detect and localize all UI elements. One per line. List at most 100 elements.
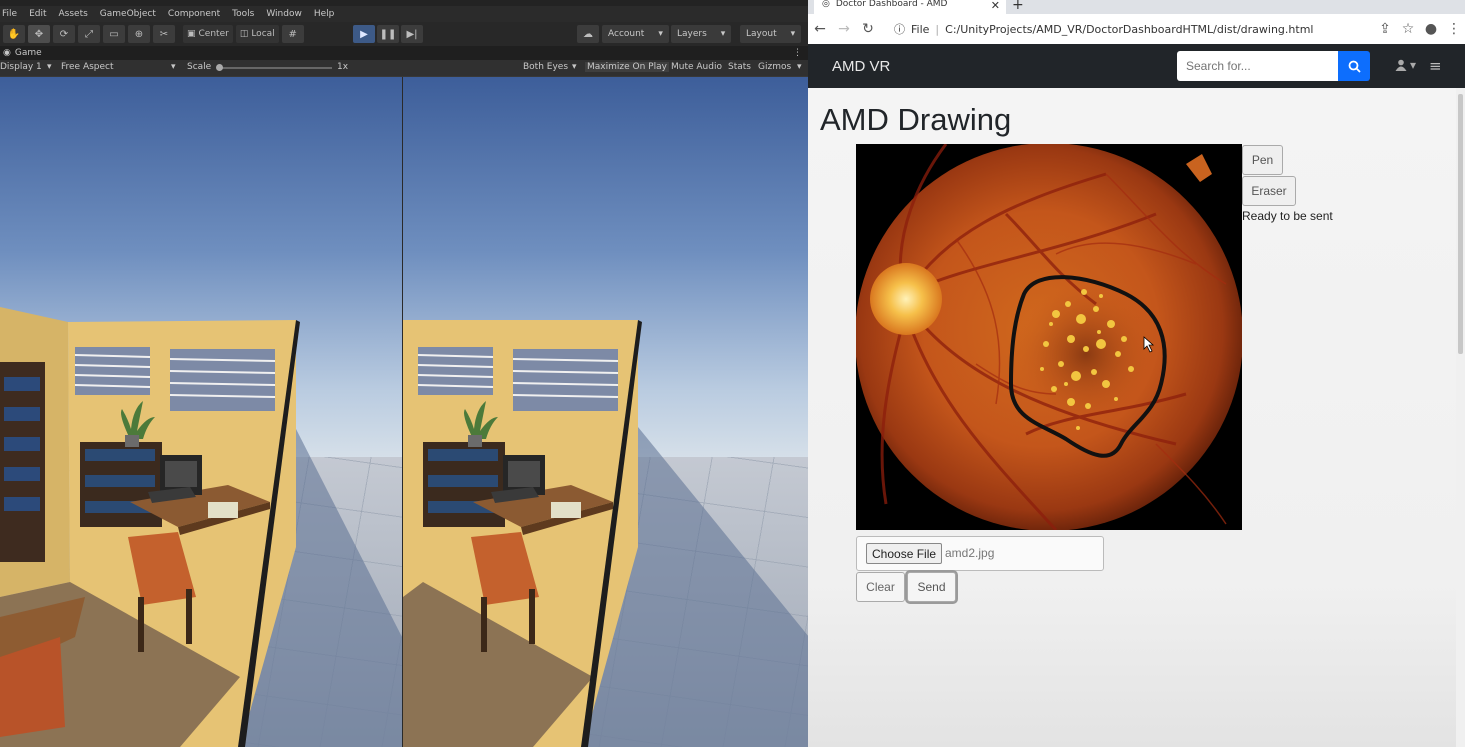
pause-button-icon[interactable]: ❚❚ <box>377 25 399 43</box>
more-options-icon[interactable]: ⋮ <box>793 48 802 58</box>
reload-icon[interactable]: ↻ <box>856 17 880 41</box>
menu-gameobject[interactable]: GameObject <box>100 9 156 19</box>
star-icon[interactable]: ☆ <box>1396 17 1420 41</box>
maximize-on-play-toggle[interactable]: Maximize On Play <box>585 62 669 72</box>
new-tab-icon[interactable]: + <box>1012 0 1024 13</box>
url-field[interactable]: ⓘ File | C:/UnityProjects/AMD_VR/DoctorD… <box>894 17 1394 41</box>
page-title: AMD Drawing <box>820 102 1012 137</box>
pen-button[interactable]: Pen <box>1242 145 1283 175</box>
chevron-down-icon: ▾ <box>47 62 52 72</box>
brand-logo-text[interactable]: AMD VR <box>832 58 890 75</box>
page-content: AMD Drawing Pen Eraser Ready to be sent … <box>808 88 1465 747</box>
layers-label: Layers <box>677 29 707 39</box>
forward-arrow-icon[interactable]: → <box>832 17 856 41</box>
chevron-down-icon: ▾ <box>1410 58 1417 72</box>
chevron-down-icon: ▾ <box>797 62 802 72</box>
chevron-down-icon: ▾ <box>720 29 726 39</box>
hamburger-menu-icon[interactable]: ≡ <box>1429 57 1442 75</box>
unity-editor-window: File Edit Assets GameObject Component To… <box>0 0 808 747</box>
app-navbar: AMD VR ▾ ≡ <box>808 44 1465 88</box>
game-view-viewport[interactable] <box>0 77 808 747</box>
pivot-toggle[interactable]: ▣ Center <box>183 25 233 43</box>
url-separator: | <box>935 22 940 36</box>
menu-help[interactable]: Help <box>314 9 335 19</box>
scale-tool-icon[interactable]: ⤢ <box>78 25 100 43</box>
eraser-button[interactable]: Eraser <box>1242 176 1296 206</box>
menu-tools[interactable]: Tools <box>232 9 254 19</box>
office-scene-illustration <box>403 320 808 747</box>
scrollbar-thumb[interactable] <box>1458 94 1463 354</box>
layers-dropdown[interactable]: Layers ▾ <box>671 25 732 43</box>
search-button[interactable] <box>1338 51 1370 81</box>
eyes-dropdown[interactable]: Both Eyes <box>523 62 568 72</box>
aspect-dropdown[interactable]: Free Aspect <box>61 62 114 72</box>
browser-menu-icon[interactable]: ⋮ <box>1442 17 1465 41</box>
scale-slider-handle[interactable] <box>216 64 223 71</box>
step-button-icon[interactable]: ▶| <box>401 25 423 43</box>
choose-file-button[interactable]: Choose File <box>866 543 943 564</box>
menu-assets[interactable]: Assets <box>59 9 88 19</box>
menu-file[interactable]: File <box>2 9 17 19</box>
custom-tool-icon[interactable]: ✂ <box>153 25 175 43</box>
info-icon: ⓘ <box>894 23 905 36</box>
cloud-icon[interactable]: ☁ <box>577 25 599 43</box>
transform-tool-icon[interactable]: ⊕ <box>128 25 150 43</box>
chevron-down-icon: ▾ <box>658 29 663 39</box>
hand-tool-icon[interactable]: ✋ <box>3 25 25 43</box>
share-icon[interactable]: ⇪ <box>1373 17 1397 41</box>
tab-game[interactable]: Game <box>15 48 42 58</box>
rotate-tool-icon[interactable]: ⟳ <box>53 25 75 43</box>
close-icon[interactable]: ✕ <box>991 0 1000 12</box>
browser-tab[interactable]: ◎ Doctor Dashboard - AMD ✕ <box>814 0 1006 14</box>
page-scrollbar[interactable] <box>1456 88 1465 747</box>
menu-edit[interactable]: Edit <box>29 9 46 19</box>
url-scheme: File <box>911 22 930 36</box>
tab-title: Doctor Dashboard - AMD <box>835 0 948 9</box>
local-space-icon: ◫ <box>239 29 249 39</box>
search-icon <box>1348 60 1361 73</box>
chevron-down-icon: ▾ <box>572 62 577 72</box>
stats-toggle[interactable]: Stats <box>728 62 751 72</box>
left-eye-render <box>0 77 402 747</box>
move-tool-icon[interactable]: ✥ <box>28 25 50 43</box>
send-button[interactable]: Send <box>907 572 956 602</box>
browser-window: ◎ Doctor Dashboard - AMD ✕ + ← → ↻ ⓘ Fil… <box>808 0 1465 747</box>
browser-address-bar: ← → ↻ ⓘ File | C:/UnityProjects/AMD_VR/D… <box>808 14 1465 44</box>
status-text: Ready to be sent <box>1242 209 1333 223</box>
user-icon <box>1395 59 1407 71</box>
scale-label: Scale <box>187 62 212 72</box>
browser-tab-strip: ◎ Doctor Dashboard - AMD ✕ + <box>808 0 1465 14</box>
unity-toolbar: ✋ ✥ ⟳ ⤢ ▭ ⊕ ✂ ▣ Center ◫ Local # ▶ ❚❚ ▶|… <box>0 22 808 46</box>
clear-button[interactable]: Clear <box>856 572 905 602</box>
space-toggle[interactable]: ◫ Local <box>235 25 279 43</box>
pivot-label: Center <box>198 29 229 39</box>
drawing-canvas[interactable] <box>856 144 1242 530</box>
profile-icon[interactable]: ● <box>1419 17 1443 41</box>
mute-audio-toggle[interactable]: Mute Audio <box>671 62 722 72</box>
menu-window[interactable]: Window <box>266 9 302 19</box>
menu-component[interactable]: Component <box>168 9 220 19</box>
back-arrow-icon[interactable]: ← <box>808 17 832 41</box>
file-input[interactable]: Choose File amd2.jpg <box>856 536 1104 571</box>
display-dropdown[interactable]: Display 1 <box>0 62 42 72</box>
account-label: Account <box>608 29 645 39</box>
play-button-icon[interactable]: ▶ <box>353 25 375 43</box>
account-dropdown[interactable]: Account ▾ <box>602 25 669 43</box>
gizmos-dropdown[interactable]: Gizmos <box>758 62 791 72</box>
space-label: Local <box>251 29 275 39</box>
layout-dropdown[interactable]: Layout ▾ <box>740 25 802 43</box>
layout-label: Layout <box>746 29 777 39</box>
scale-slider-track[interactable] <box>218 67 332 69</box>
chevron-down-icon: ▾ <box>790 29 796 39</box>
search-input[interactable] <box>1177 51 1338 81</box>
selected-file-name: amd2.jpg <box>945 546 995 560</box>
screen: File Edit Assets GameObject Component To… <box>0 0 1465 747</box>
scale-value: 1x <box>337 62 349 72</box>
user-menu-dropdown[interactable]: ▾ <box>1395 58 1416 72</box>
game-view-controls: Display 1 ▾ Free Aspect ▾ Scale 1x Both … <box>0 60 808 76</box>
right-eye-render <box>402 77 808 747</box>
globe-icon: ◎ <box>822 0 830 9</box>
grid-snap-icon[interactable]: # <box>281 25 304 43</box>
chevron-down-icon: ▾ <box>171 62 176 72</box>
rect-tool-icon[interactable]: ▭ <box>103 25 125 43</box>
